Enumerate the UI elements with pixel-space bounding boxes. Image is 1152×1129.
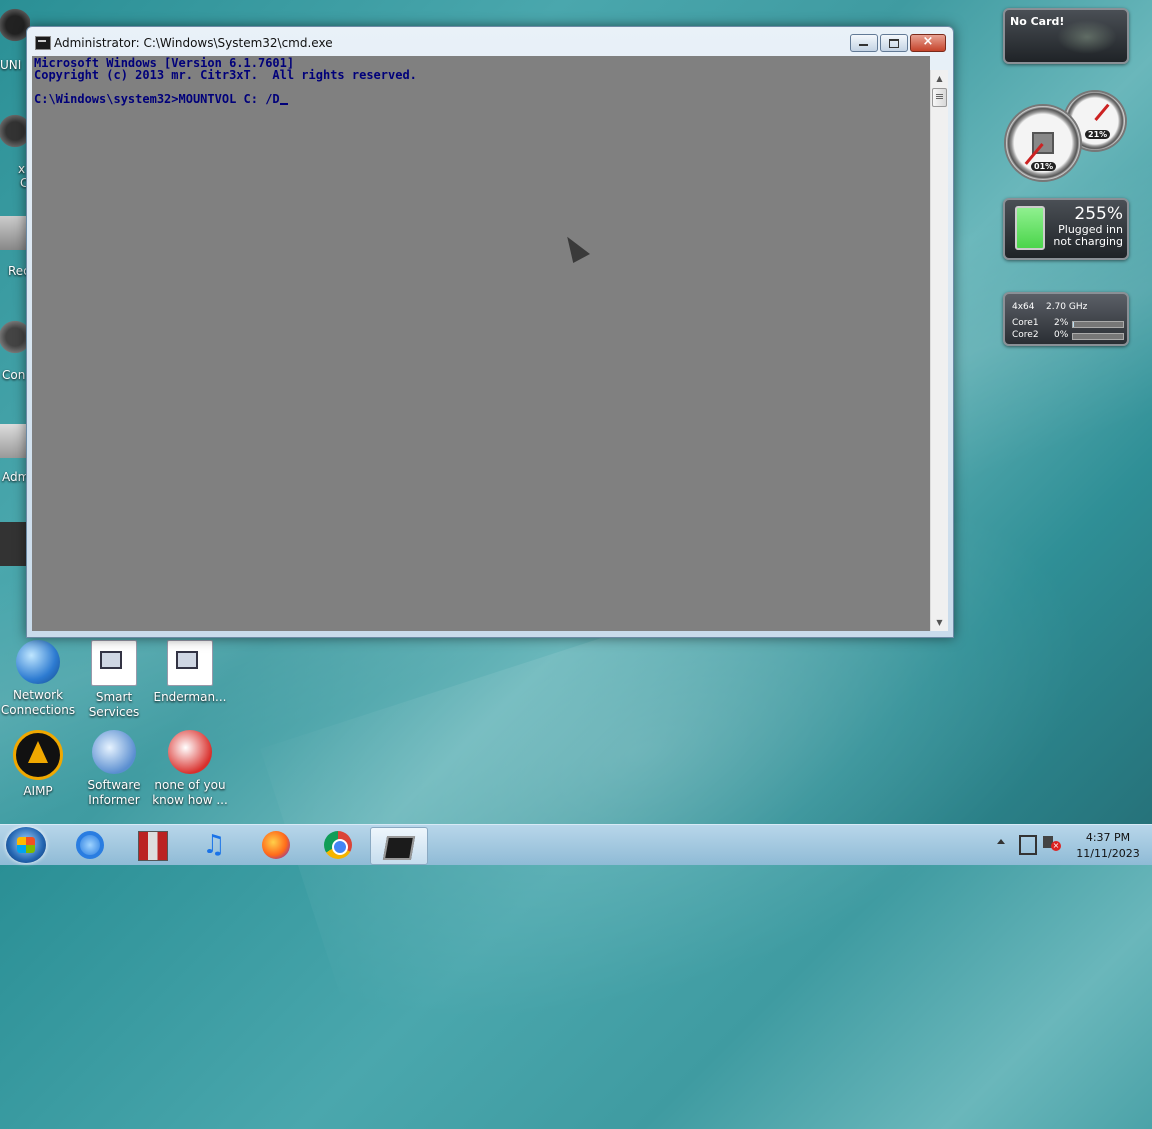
battery-gadget[interactable]: 255% Plugged inn not charging bbox=[1003, 198, 1129, 260]
core-usage-bar bbox=[1072, 321, 1124, 328]
desktop-icon-none-of-you-know-how[interactable]: none of you know how ... bbox=[152, 730, 228, 808]
desktop-label-clipped-2: x bbox=[18, 162, 26, 176]
cpu-usage-gadget[interactable]: 4x64 2.70 GHz Core1 2% Core2 0% bbox=[1003, 292, 1129, 346]
maximize-icon bbox=[889, 39, 899, 48]
gpu-gadget[interactable]: No Card! bbox=[1003, 8, 1129, 64]
desktop-icon-label: Enderman... bbox=[153, 690, 227, 704]
console-prompt-text: C:\Windows\system32>MOUNTVOL C: /D bbox=[34, 92, 280, 106]
scroll-up-arrow-icon[interactable]: ▲ bbox=[931, 70, 948, 87]
console-output[interactable]: Microsoft Windows [Version 6.1.7601] Cop… bbox=[32, 56, 930, 631]
taskbar: ♫ × 4:37 PM 11/11/2023 bbox=[0, 824, 1152, 865]
taskbar-archiver[interactable] bbox=[124, 827, 178, 863]
desktop-icon-clipped-3[interactable] bbox=[0, 216, 26, 250]
taskbar-music-player[interactable]: ♫ bbox=[186, 827, 240, 863]
program-window-icon bbox=[91, 640, 137, 686]
battery-icon bbox=[1015, 206, 1045, 250]
desktop-label-clipped-1: UNI bbox=[0, 58, 22, 72]
close-button[interactable]: × bbox=[910, 34, 946, 52]
cpu-header: 4x64 2.70 GHz bbox=[1012, 302, 1087, 312]
desktop-icon-clipped-6[interactable] bbox=[0, 522, 26, 566]
aimp-icon bbox=[13, 730, 63, 780]
maximize-button[interactable] bbox=[880, 34, 908, 52]
core-usage-fill bbox=[1073, 322, 1074, 327]
desktop-icon-label: Services bbox=[88, 705, 140, 719]
program-window-icon bbox=[167, 640, 213, 686]
taskbar-chrome[interactable] bbox=[310, 827, 364, 863]
close-icon: × bbox=[922, 34, 934, 49]
taskbar-internet-explorer[interactable] bbox=[62, 827, 116, 863]
firefox-icon bbox=[262, 831, 290, 859]
scroll-down-arrow-icon[interactable]: ▼ bbox=[931, 614, 948, 631]
network-globe-icon bbox=[16, 640, 60, 684]
cpu-arch: 4x64 bbox=[1012, 302, 1035, 312]
chrome-center-icon bbox=[332, 839, 348, 855]
taskbar-cmd-active[interactable] bbox=[370, 827, 428, 865]
desktop-icon-network-connections[interactable]: Network Connections bbox=[0, 640, 76, 718]
core-percent: 0% bbox=[1054, 330, 1069, 340]
core-name: Core2 bbox=[1012, 330, 1039, 340]
chrome-icon bbox=[324, 831, 352, 859]
cmd-window[interactable]: Administrator: C:\Windows\System32\cmd.e… bbox=[26, 26, 954, 638]
desktop-icon-label: Connections bbox=[0, 703, 76, 717]
clock-date: 11/11/2023 bbox=[1076, 847, 1140, 860]
desktop-icon-label: Network bbox=[12, 688, 64, 702]
cpu-meter-gauge[interactable]: 01% bbox=[1004, 104, 1082, 182]
desktop-icon-enderman[interactable]: Enderman... bbox=[152, 640, 228, 705]
text-cursor bbox=[279, 103, 288, 105]
core-usage-bar bbox=[1072, 333, 1124, 340]
cmd-taskbar-icon bbox=[382, 836, 416, 860]
show-hidden-icons-icon[interactable] bbox=[997, 839, 1005, 844]
cpu-frequency: 2.70 GHz bbox=[1045, 302, 1088, 312]
taskbar-clock[interactable]: 4:37 PM 11/11/2023 bbox=[1068, 830, 1148, 862]
desktop-label-clipped-5: Con bbox=[2, 368, 26, 382]
memory-meter-value: 21% bbox=[1085, 130, 1111, 139]
desktop-icon-label: AIMP bbox=[23, 784, 53, 798]
desktop-icon-label: Smart bbox=[95, 690, 133, 704]
window-titlebar[interactable]: Administrator: C:\Windows\System32\cmd.e… bbox=[27, 27, 953, 57]
core-name: Core1 bbox=[1012, 318, 1039, 328]
battery-status-line2: not charging bbox=[1053, 235, 1123, 248]
clock-time: 4:37 PM bbox=[1085, 831, 1131, 844]
volume-muted-icon: × bbox=[1051, 841, 1061, 851]
window-title: Administrator: C:\Windows\System32\cmd.e… bbox=[54, 36, 333, 50]
music-note-icon: ♫ bbox=[202, 830, 226, 860]
taskbar-firefox[interactable] bbox=[248, 827, 302, 863]
nvidia-eye-icon bbox=[1057, 20, 1117, 54]
software-informer-icon bbox=[92, 730, 136, 774]
desktop-icon-label: Software bbox=[87, 778, 141, 792]
desktop-icon-label: none of you bbox=[154, 778, 226, 792]
gauge-needle bbox=[1094, 103, 1110, 121]
desktop-icon-smart-services[interactable]: Smart Services bbox=[76, 640, 152, 720]
minimize-button[interactable] bbox=[850, 34, 878, 52]
gpu-status-label: No Card! bbox=[1010, 15, 1065, 28]
winrar-icon bbox=[138, 831, 168, 861]
desktop-icon-clipped-5[interactable] bbox=[0, 424, 26, 458]
internet-explorer-icon bbox=[76, 831, 104, 859]
desktop-icon-software-informer[interactable]: Software Informer bbox=[76, 730, 152, 808]
console-line: Copyright (c) 2013 mr. Citr3xT. All righ… bbox=[34, 68, 417, 82]
desktop-icon-aimp[interactable]: AIMP bbox=[0, 730, 76, 799]
desktop-icon-label: Informer bbox=[88, 793, 140, 807]
battery-percent: 255% bbox=[1074, 204, 1123, 224]
console-prompt-line: C:\Windows\system32>MOUNTVOL C: /D bbox=[34, 93, 288, 106]
core-percent: 2% bbox=[1054, 318, 1069, 328]
minimize-icon bbox=[859, 44, 868, 46]
cmd-icon bbox=[35, 36, 51, 50]
start-button[interactable] bbox=[6, 827, 46, 863]
scrollbar-thumb[interactable] bbox=[932, 88, 947, 107]
desktop-icon-label: know how ... bbox=[152, 793, 228, 807]
cpu-meter-value: 01% bbox=[1031, 162, 1057, 171]
console-scrollbar[interactable]: ▲ ▼ bbox=[930, 70, 948, 631]
red-arrow-program-icon bbox=[168, 730, 212, 774]
network-tray-icon[interactable] bbox=[1019, 835, 1037, 855]
